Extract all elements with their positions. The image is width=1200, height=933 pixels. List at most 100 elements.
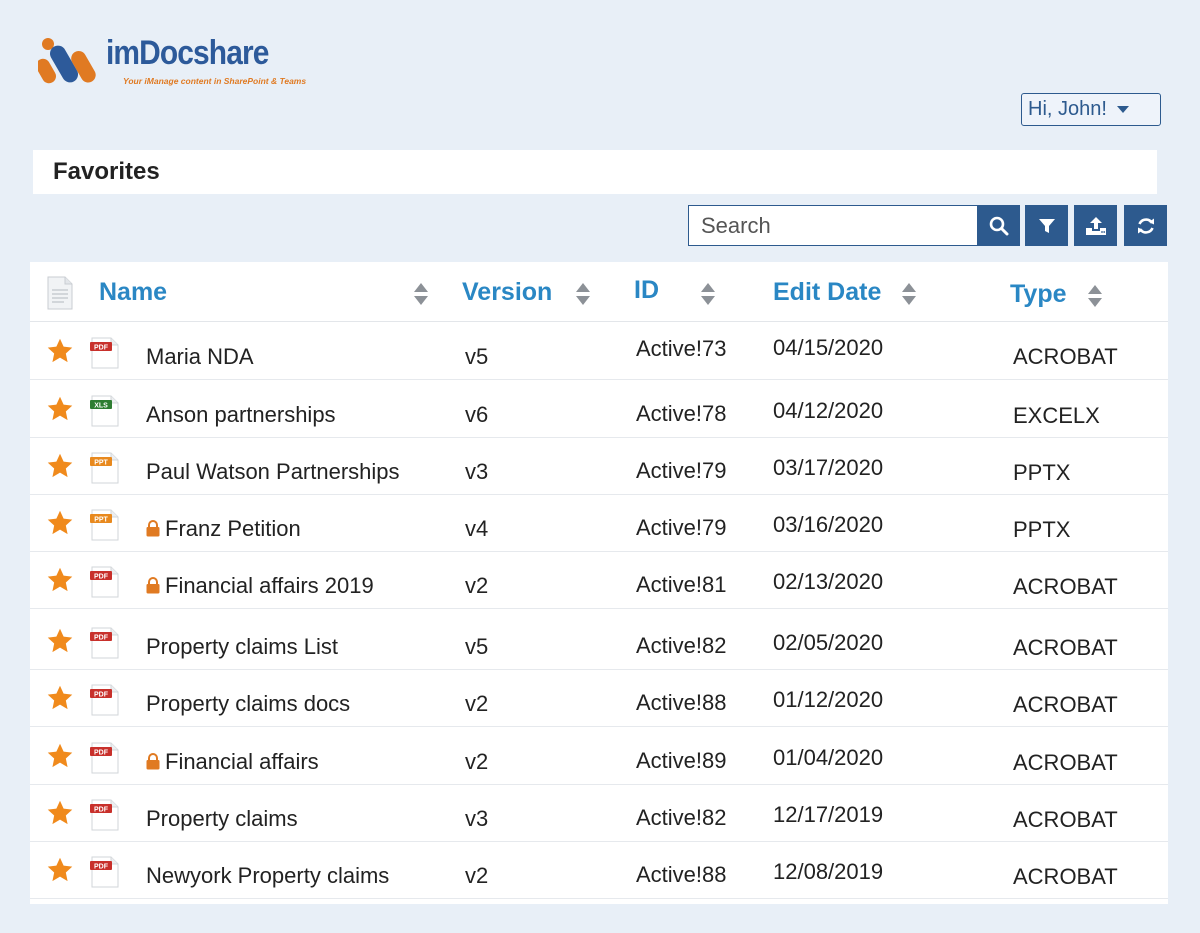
id-cell: Active!81 [636, 572, 727, 597]
column-header-id[interactable]: ID [634, 276, 659, 305]
user-greeting: Hi, John! [1028, 98, 1107, 120]
lock-icon [146, 520, 160, 537]
sort-id-icon[interactable] [701, 283, 715, 307]
table-row[interactable]: PDF Financial affairs v2 Active!89 01/04/202… [30, 728, 1168, 785]
id-cell: Active!79 [636, 458, 727, 483]
favorite-star-icon[interactable] [46, 337, 74, 365]
favorite-star-icon[interactable] [46, 742, 74, 770]
id-cell: Active!78 [636, 401, 727, 426]
type-cell: ACROBAT [1013, 635, 1118, 660]
table-row[interactable]: XLS Anson partnerships v6 Active!78 04/12/20… [30, 381, 1168, 438]
edit-date-cell: 03/16/2020 [773, 512, 884, 537]
refresh-button[interactable] [1124, 205, 1167, 246]
version-cell: v5 [465, 344, 489, 369]
app-logo: imDocshare Your iManage content in Share… [38, 34, 306, 92]
document-name-text: Property claims docs [146, 691, 351, 716]
user-menu-button[interactable]: Hi, John! [1021, 93, 1161, 126]
document-name[interactable]: Newyork Property claims [146, 863, 389, 889]
lock-icon [146, 753, 160, 770]
favorite-star-icon[interactable] [46, 856, 74, 884]
version-cell: v6 [465, 402, 489, 427]
document-name[interactable]: Anson partnerships [146, 402, 336, 428]
table-row[interactable]: PDF Property claims List v5 Active!82 02/05/… [30, 613, 1168, 670]
pdf-file-icon: PDF [90, 799, 119, 831]
sort-edit-date-icon[interactable] [902, 283, 916, 307]
favorite-star-icon[interactable] [46, 452, 74, 480]
favorite-star-icon[interactable] [46, 509, 74, 537]
file-type-badge: PDF [94, 863, 109, 870]
filter-button[interactable] [1025, 205, 1068, 246]
favorite-star-icon[interactable] [46, 627, 74, 655]
document-name[interactable]: Financial affairs 2019 [146, 573, 374, 599]
id-cell: Active!82 [636, 633, 727, 658]
document-name-text: Financial affairs 2019 [165, 573, 374, 598]
file-type-badge: PDF [94, 749, 109, 756]
column-header-version[interactable]: Version [462, 278, 552, 307]
pdf-file-icon: PDF [90, 337, 119, 369]
favorite-star-icon[interactable] [46, 566, 74, 594]
document-name[interactable]: Paul Watson Partnerships [146, 459, 400, 485]
file-type-badge: PPT [94, 459, 108, 466]
favorite-star-icon[interactable] [46, 395, 74, 423]
search-button[interactable] [977, 205, 1020, 246]
column-header-type[interactable]: Type [1010, 280, 1067, 309]
logo-mark-icon [38, 38, 96, 84]
column-header-edit-date[interactable]: Edit Date [773, 278, 881, 307]
version-cell: v4 [465, 516, 489, 541]
file-type-badge: PDF [94, 806, 109, 813]
file-type-badge: PPT [94, 516, 108, 523]
document-name-text: Anson partnerships [146, 402, 336, 427]
refresh-icon [1137, 217, 1154, 234]
document-name[interactable]: Property claims [146, 806, 298, 832]
type-cell: ACROBAT [1013, 692, 1118, 717]
id-cell: Active!88 [636, 862, 727, 887]
logo-wordmark: imDocshare [106, 34, 269, 73]
table-row[interactable]: PPT Paul Watson Partnerships v3 Active!79 03… [30, 438, 1168, 495]
document-column-icon [47, 276, 73, 310]
table-row[interactable]: PDF Maria NDA v5 Active!73 04/15/2020 ACROBAT [30, 323, 1168, 380]
id-cell: Active!73 [636, 336, 727, 361]
logo-prefix: im [106, 34, 140, 72]
document-name[interactable]: Financial affairs [146, 749, 319, 775]
column-header-name[interactable]: Name [99, 278, 167, 307]
edit-date-cell: 02/13/2020 [773, 569, 884, 594]
table-header: Name Version ID Edit Date Type [30, 262, 1168, 322]
document-name[interactable]: Franz Petition [146, 516, 301, 542]
sort-name-icon[interactable] [414, 283, 428, 307]
sort-type-icon[interactable] [1088, 285, 1102, 309]
upload-button[interactable] [1074, 205, 1117, 246]
logo-tagline: Your iManage content in SharePoint & Tea… [123, 76, 307, 86]
type-cell: ACROBAT [1013, 344, 1118, 369]
search-box [688, 205, 978, 246]
pdf-file-icon: PDF [90, 627, 119, 659]
document-name[interactable]: Property claims List [146, 634, 338, 660]
table-row[interactable]: PDF Financial affairs 2019 v2 Active!81 02/1… [30, 552, 1168, 609]
documents-table: Name Version ID Edit Date Type PDF Maria … [30, 262, 1168, 904]
document-name[interactable]: Property claims docs [146, 691, 350, 717]
document-name[interactable]: Maria NDA [146, 344, 254, 370]
table-row[interactable]: PDF Newyork Property claims v2 Active!88 12/… [30, 842, 1168, 899]
type-cell: ACROBAT [1013, 864, 1118, 889]
version-cell: v2 [465, 863, 489, 888]
sort-version-icon[interactable] [576, 283, 590, 307]
caret-down-icon [1116, 106, 1129, 113]
xls-file-icon: XLS [90, 395, 119, 427]
filter-icon [1038, 218, 1055, 233]
favorite-star-icon[interactable] [46, 799, 74, 827]
table-row[interactable]: PDF Property claims docs v2 Active!88 01/12/… [30, 670, 1168, 727]
type-cell: PPTX [1013, 517, 1071, 542]
search-input[interactable] [689, 212, 977, 239]
type-cell: PPTX [1013, 460, 1071, 485]
page-title: Favorites [53, 158, 160, 185]
table-row[interactable]: PPT Franz Petition v4 Active!79 03/16/2020 PP… [30, 495, 1168, 552]
document-name-text: Maria NDA [146, 344, 254, 369]
edit-date-cell: 02/05/2020 [773, 630, 884, 655]
favorite-star-icon[interactable] [46, 684, 74, 712]
type-cell: ACROBAT [1013, 750, 1118, 775]
edit-date-cell: 01/04/2020 [773, 745, 884, 770]
ppt-file-icon: PPT [90, 509, 119, 541]
document-name-text: Paul Watson Partnerships [146, 459, 400, 484]
table-row[interactable]: PDF Property claims v3 Active!82 12/17/2019 A… [30, 785, 1168, 842]
file-type-badge: XLS [94, 402, 108, 409]
edit-date-cell: 01/12/2020 [773, 687, 884, 712]
